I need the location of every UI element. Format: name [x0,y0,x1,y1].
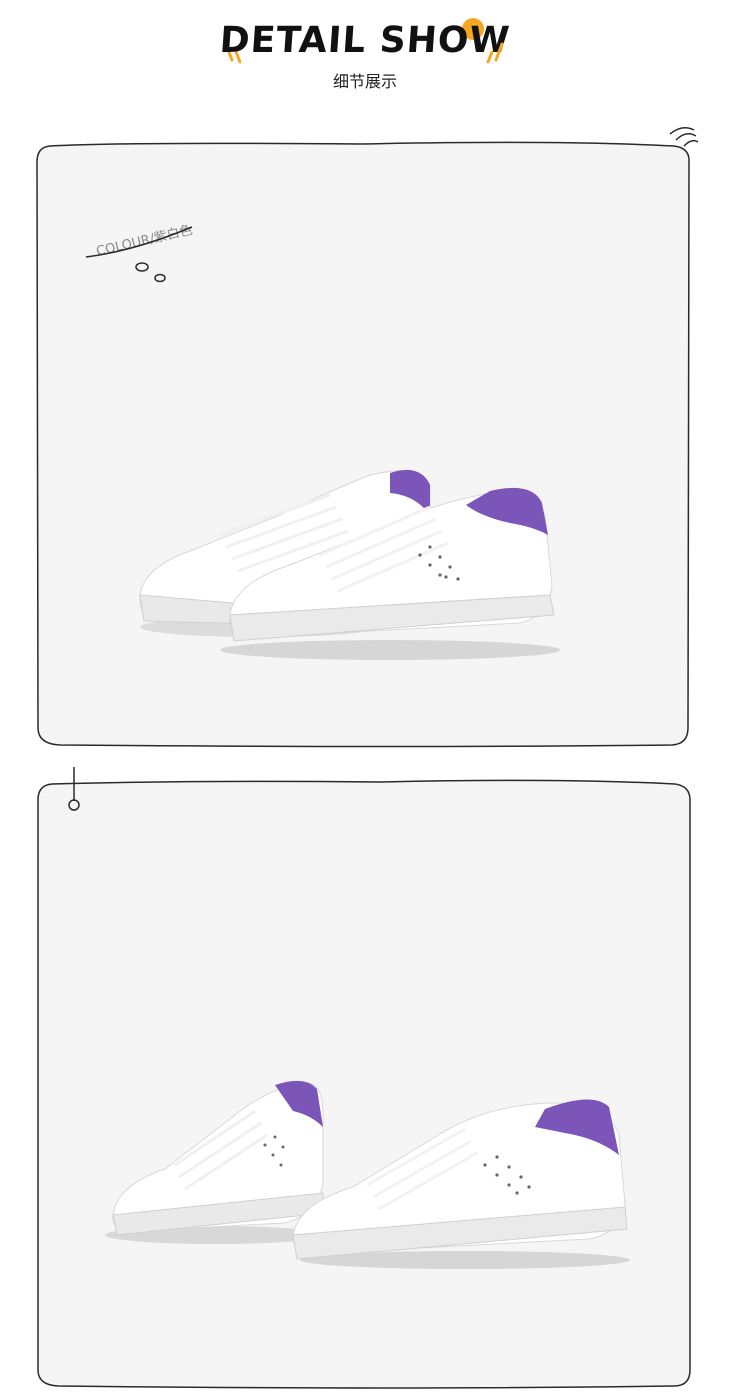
detail-panel-2 [0,0,730,1399]
sneaker-pair-image-2 [105,1080,630,1269]
pin-icon [68,767,80,811]
